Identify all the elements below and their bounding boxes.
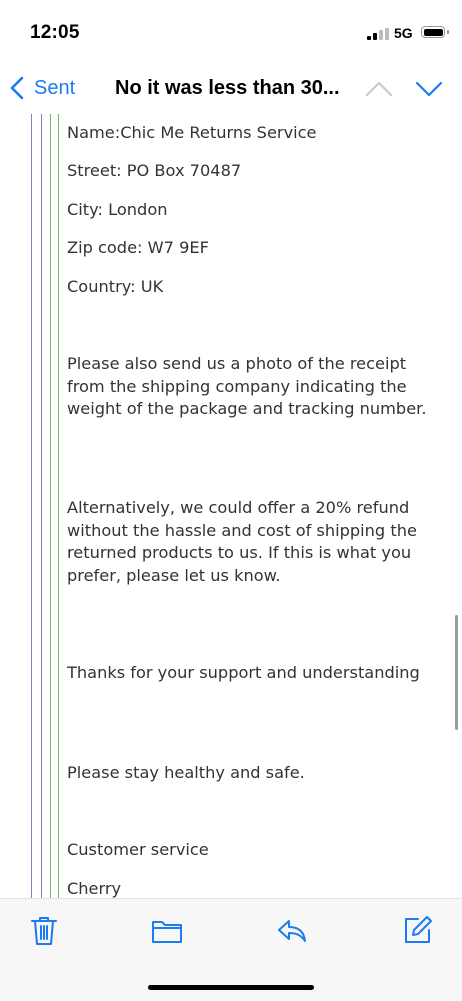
- quote-bar: [50, 114, 51, 900]
- page-title: No it was less than 30...: [115, 77, 340, 99]
- reply-icon: [278, 920, 306, 942]
- compose-icon: [405, 916, 432, 943]
- scrollbar[interactable]: [455, 615, 458, 730]
- receipt-paragraph: Please also send us a photo of the recei…: [67, 354, 427, 418]
- quote-bar: [41, 114, 42, 900]
- nav-bar: Sent No it was less than 30...: [0, 66, 462, 114]
- bottom-toolbar: [0, 898, 462, 1001]
- network-label: 5G: [394, 25, 413, 41]
- compose-button[interactable]: [400, 913, 434, 947]
- wellwishes-paragraph: Please stay healthy and safe.: [67, 763, 305, 782]
- trash-icon: [31, 917, 57, 945]
- return-zip: Zip code: W7 9EF: [67, 238, 209, 257]
- next-message-button[interactable]: [414, 77, 444, 101]
- move-to-folder-button[interactable]: [150, 913, 184, 947]
- refund-paragraph: Alternatively, we could offer a 20% refu…: [67, 498, 417, 585]
- quote-bar: [31, 114, 32, 900]
- back-label: Sent: [34, 76, 76, 99]
- reply-button[interactable]: [275, 913, 309, 947]
- back-button[interactable]: Sent: [10, 76, 75, 100]
- quote-bar: [58, 114, 59, 900]
- signal-icon: [367, 28, 389, 40]
- return-street: Street: PO Box 70487: [67, 161, 242, 180]
- status-bar: 12:05 5G: [0, 0, 462, 66]
- chevron-down-icon: [415, 81, 443, 97]
- previous-message-button[interactable]: [364, 77, 394, 101]
- chevron-left-icon: [10, 76, 24, 100]
- chevron-up-icon: [365, 81, 393, 97]
- email-body[interactable]: Name:Chic Me Returns Service Street: PO …: [0, 114, 462, 900]
- return-city: City: London: [67, 200, 168, 219]
- thanks-paragraph: Thanks for your support and understandin…: [67, 663, 420, 682]
- signature-name: Cherry: [67, 879, 122, 898]
- signature-team: Customer service: [67, 840, 209, 859]
- delete-button[interactable]: [27, 913, 61, 947]
- return-country: Country: UK: [67, 277, 164, 296]
- status-time: 12:05: [30, 22, 80, 43]
- return-name: Name:Chic Me Returns Service: [67, 123, 317, 142]
- battery-icon: [421, 26, 449, 38]
- home-indicator[interactable]: [148, 985, 314, 990]
- folder-icon: [152, 921, 182, 943]
